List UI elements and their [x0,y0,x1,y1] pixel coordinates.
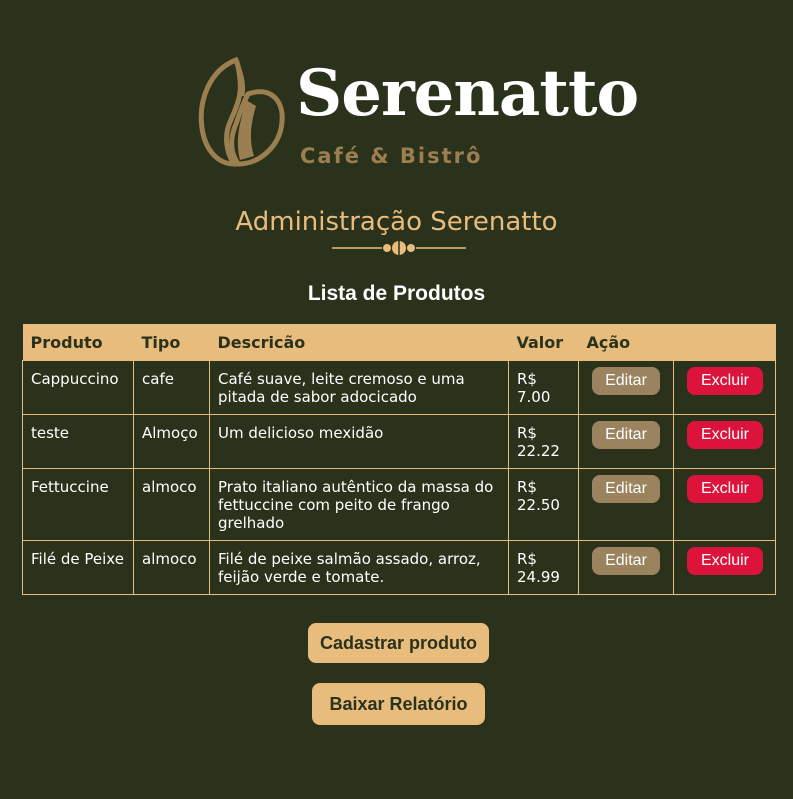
delete-button[interactable]: Excluir [687,421,763,449]
cell-edit: Editar [578,468,674,541]
cell-descricao: Café suave, leite cremoso e uma pitada d… [209,360,509,415]
table-row: Filé de Peixe almoco Filé de peixe salmã… [22,540,776,595]
download-report-button[interactable]: Baixar Relatório [312,683,485,725]
cell-produto: Filé de Peixe [22,540,134,595]
table-row: Cappuccino cafe Café suave, leite cremos… [22,360,776,415]
divider-ornament-icon [332,241,466,255]
cell-produto: teste [22,414,134,469]
cell-delete: Excluir [673,468,776,541]
cell-delete: Excluir [673,360,776,415]
table-row: Fettuccine almoco Prato italiano autênti… [22,468,776,541]
cell-descricao: Filé de peixe salmão assado, arroz, feij… [209,540,509,595]
delete-button[interactable]: Excluir [687,547,763,575]
cell-edit: Editar [578,360,674,415]
logo: Serenatto Café & Bistrô [196,52,639,174]
delete-button[interactable]: Excluir [687,367,763,395]
table-header-row: Produto Tipo Descricão Valor Ação [22,324,776,361]
column-header-tipo: Tipo [133,324,210,361]
delete-button[interactable]: Excluir [687,475,763,503]
cell-tipo: Almoço [133,414,210,469]
cell-tipo: almoco [133,468,210,541]
cell-produto: Fettuccine [22,468,134,541]
edit-button[interactable]: Editar [592,547,660,575]
column-header-descricao: Descricão [209,324,509,361]
cell-tipo: cafe [133,360,210,415]
cell-tipo: almoco [133,540,210,595]
cell-edit: Editar [578,540,674,595]
section-title: Lista de Produtos [307,282,486,305]
cell-descricao: Prato italiano autêntico da massa do fet… [209,468,509,541]
cell-valor: R$ 24.99 [508,540,579,595]
column-header-valor: Valor [508,324,579,361]
cell-valor: R$ 7.00 [508,360,579,415]
page-title: Administração Serenatto [235,207,558,237]
cell-valor: R$ 22.22 [508,414,579,469]
edit-button[interactable]: Editar [592,421,660,449]
brand-name: Serenatto [296,56,639,131]
edit-button[interactable]: Editar [592,475,660,503]
brand-subtitle: Café & Bistrô [300,144,483,168]
cell-delete: Excluir [673,540,776,595]
cell-valor: R$ 22.50 [508,468,579,541]
column-header-acao: Ação [578,324,776,361]
cell-delete: Excluir [673,414,776,469]
edit-button[interactable]: Editar [592,367,660,395]
cell-edit: Editar [578,414,674,469]
coffee-bean-icon [198,56,285,167]
register-product-button[interactable]: Cadastrar produto [308,623,489,663]
cell-descricao: Um delicioso mexidão [209,414,509,469]
products-table: Produto Tipo Descricão Valor Ação Cappuc… [22,324,776,595]
column-header-produto: Produto [22,324,134,361]
table-row: teste Almoço Um delicioso mexidão R$ 22.… [22,414,776,469]
cell-produto: Cappuccino [22,360,134,415]
